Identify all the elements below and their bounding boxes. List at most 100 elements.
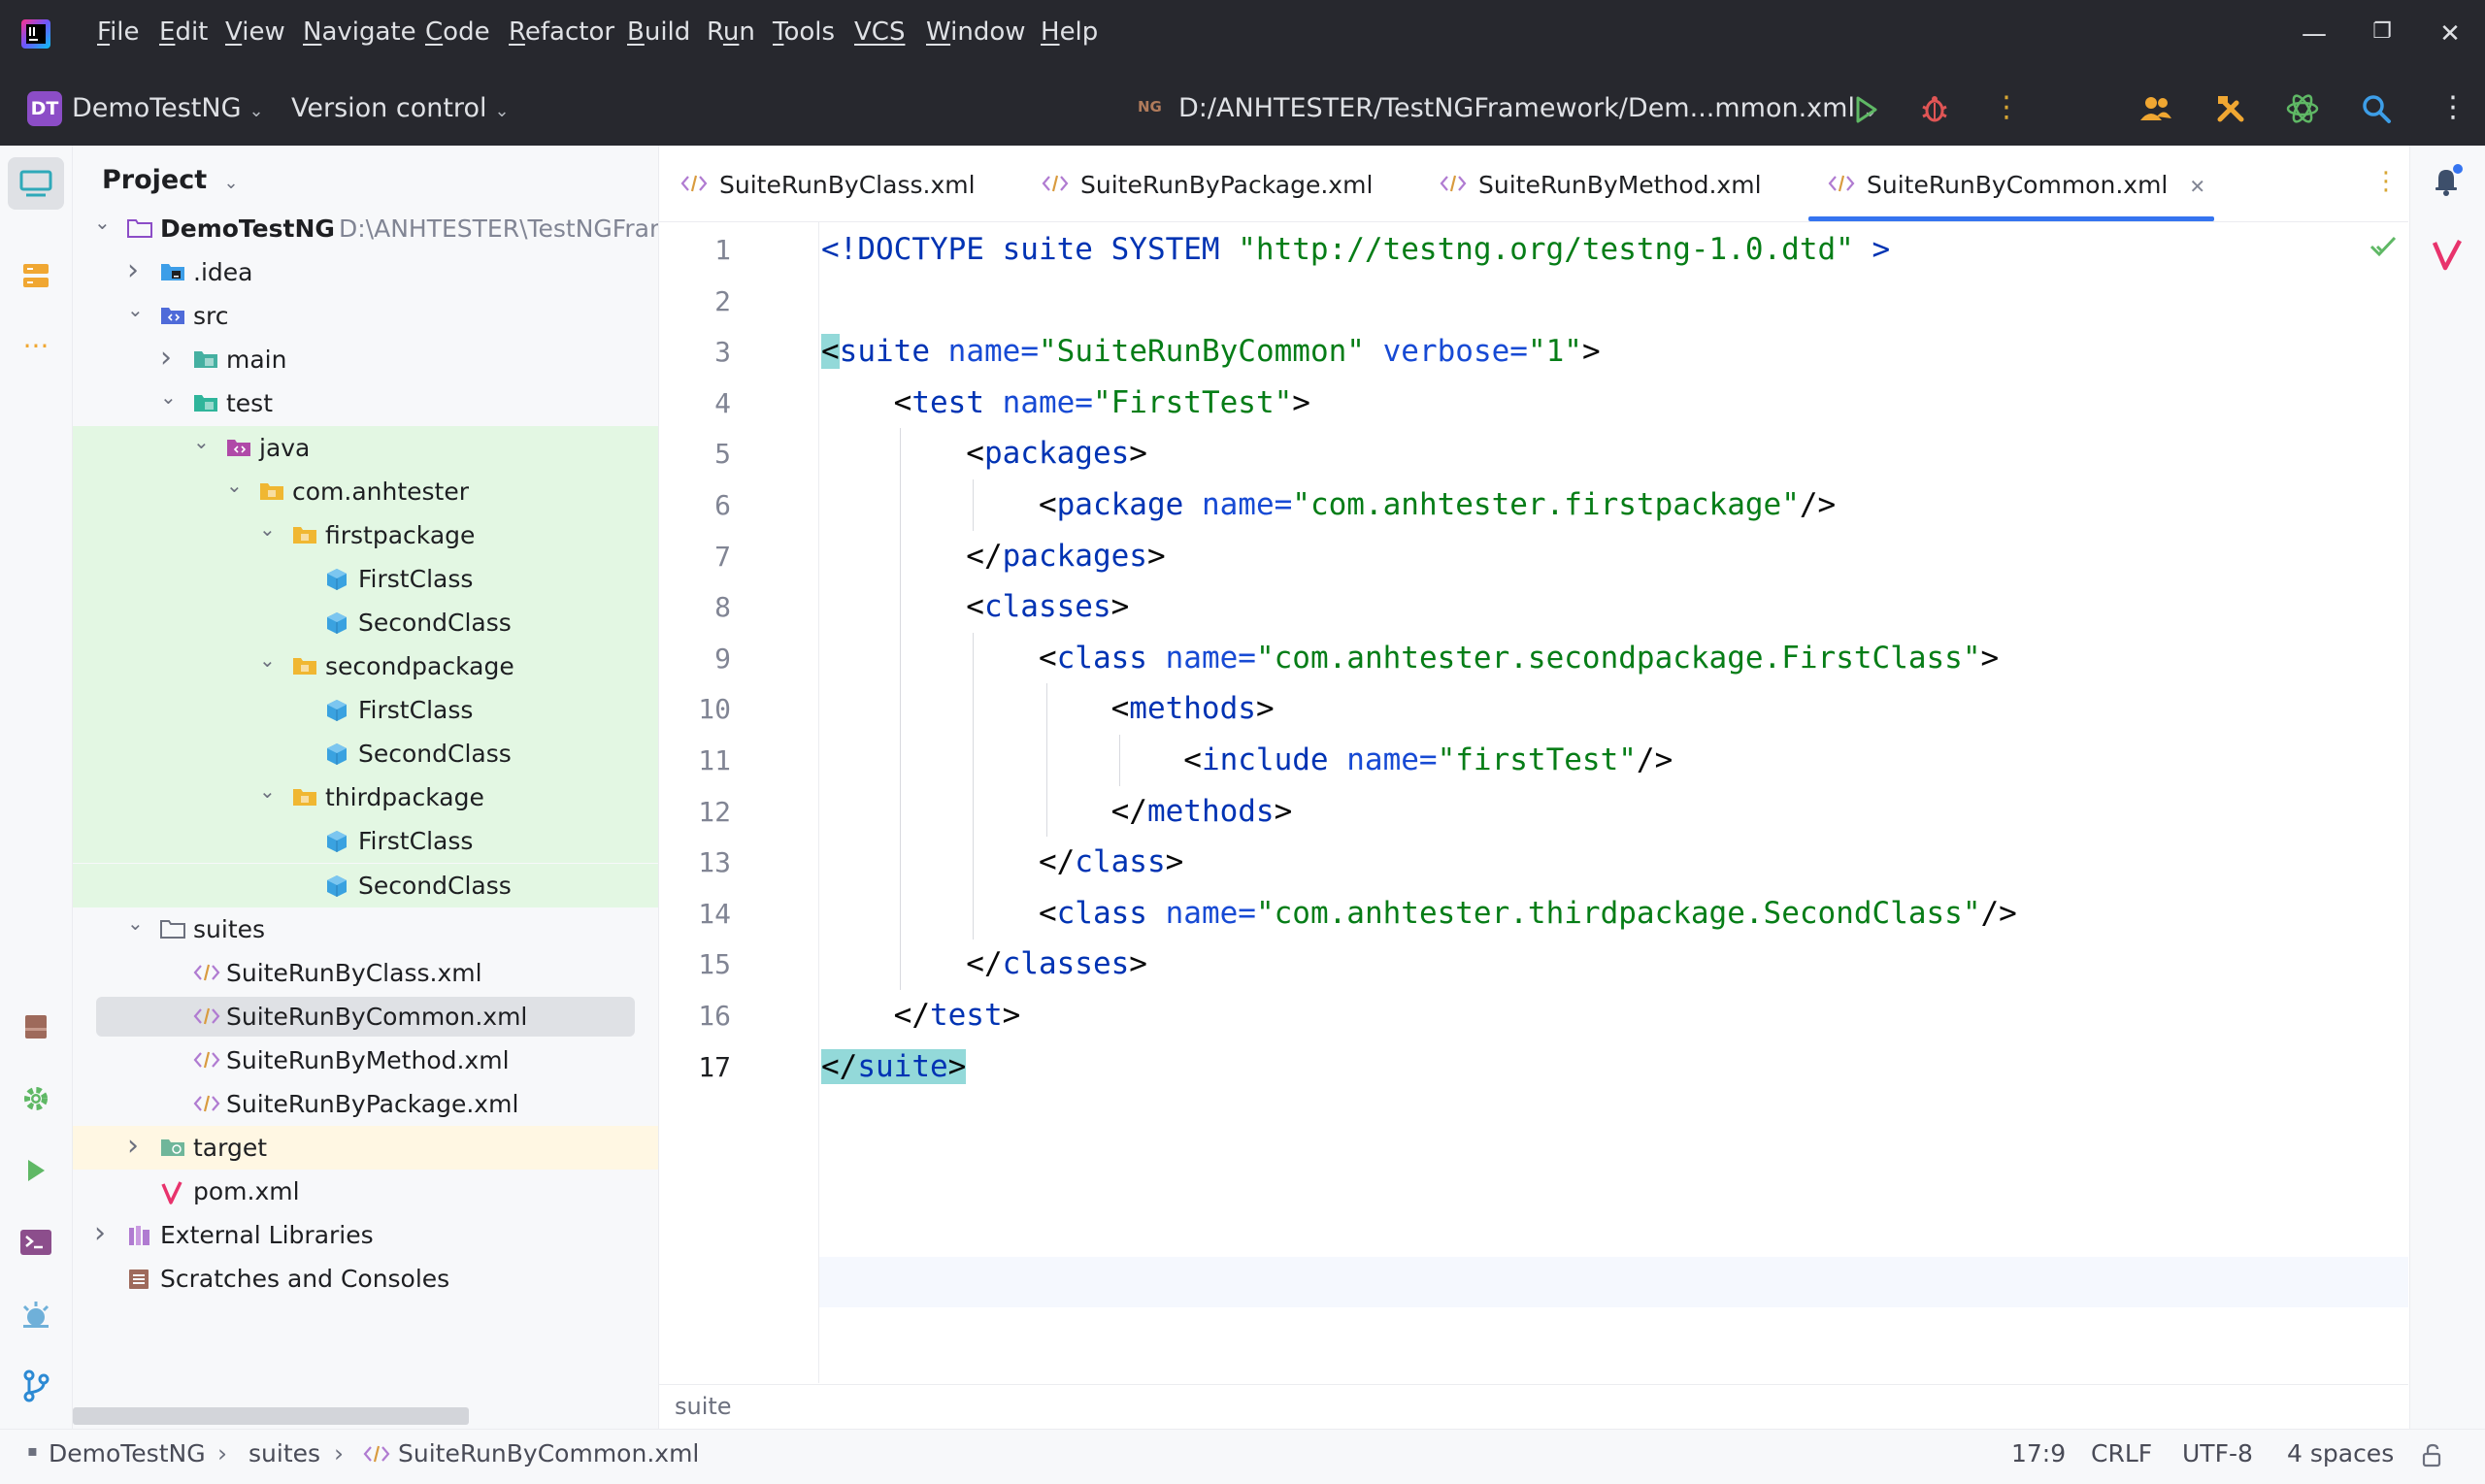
tree-item-suiterunbymethod-xml[interactable]: SuiteRunByMethod.xml [73,1039,658,1082]
project-tool-icon[interactable] [8,157,64,210]
tree-item-suiterunbypackage-xml[interactable]: SuiteRunByPackage.xml [73,1082,658,1126]
problems-tool-icon[interactable] [17,1295,55,1334]
tree-item-pom-xml[interactable]: pom.xml [73,1170,658,1213]
tree-item-secondclass[interactable]: SecondClass [73,601,658,644]
chevron-down-icon[interactable]: ⌄ [193,420,210,464]
main-menu-icon[interactable]: ⋮ [2438,93,2468,122]
project-badge[interactable]: DT [27,91,62,126]
project-selector[interactable]: DemoTestNG ⌄ [72,93,264,123]
indent-setting[interactable]: 4 spaces [2287,1439,2394,1468]
editor-breadcrumb-item[interactable]: suite [675,1393,732,1420]
menu-navigate[interactable]: Navigate [303,17,416,47]
tree-item-demotestng[interactable]: ⌄DemoTestNGD:\ANHTESTER\TestNGFramework [73,207,658,250]
tree-item-src[interactable]: ⌄ src [73,294,658,338]
git-tool-icon[interactable] [17,1367,55,1405]
menu-code[interactable]: Code [425,17,490,47]
tree-item-firstclass[interactable]: FirstClass [73,819,658,863]
menu-tools[interactable]: Tools [773,17,835,47]
menu-vcs[interactable]: VCS [854,17,905,47]
chevron-right-icon[interactable]: › [127,1124,139,1168]
tree-item--idea[interactable]: › .idea [73,250,658,294]
chevron-right-icon[interactable]: › [94,1211,106,1255]
chevron-right-icon[interactable]: › [127,248,139,292]
tree-item-scratches-and-consoles[interactable]: Scratches and Consoles [73,1257,658,1301]
menu-run[interactable]: Run [707,17,755,47]
tree-item-thirdpackage[interactable]: ⌄ thirdpackage [73,775,658,819]
tab-label: SuiteRunByCommon.xml [1867,171,2169,199]
tree-item-test[interactable]: ⌄ test [73,381,658,425]
chevron-down-icon[interactable]: ⌄ [259,639,276,682]
chevron-down-icon[interactable]: ⌄ [160,376,177,419]
caret-position[interactable]: 17:9 [2011,1439,2066,1468]
tree-item-target[interactable]: › target [73,1126,658,1170]
bookmarks-tool-icon[interactable] [17,1007,55,1046]
tree-item-firstclass[interactable]: FirstClass [73,557,658,601]
menu-view[interactable]: View [225,17,285,47]
build-tools-icon[interactable] [2215,93,2246,124]
chevron-down-icon[interactable]: ⌄ [259,770,276,813]
code-line: <methods> [821,691,1275,726]
code-line: <include name="firstTest"/> [821,742,1673,777]
chevron-down-icon[interactable]: ⌄ [127,288,144,332]
more-actions-icon[interactable]: ⋮ [1992,93,2021,122]
code-with-me-icon[interactable] [2139,93,2172,124]
minimize-button[interactable]: — [2295,19,2334,49]
tree-item-suiterunbycommon-xml[interactable]: SuiteRunByCommon.xml [73,995,658,1039]
search-icon[interactable] [2361,93,2392,124]
tab-actions-icon[interactable]: ⋮ [2373,167,2399,196]
tree-item-label: FirstClass [358,696,474,724]
tree-item-suiterunbyclass-xml[interactable]: SuiteRunByClass.xml [73,951,658,995]
services-tool-icon[interactable] [17,1079,55,1118]
close-tab-icon[interactable]: ✕ [2189,175,2205,198]
maven-tool-icon[interactable] [2432,237,2463,272]
chevron-down-icon[interactable]: ⌄ [94,201,111,245]
tree-item-firstclass[interactable]: FirstClass [73,688,658,732]
tree-item-secondpackage[interactable]: ⌄ secondpackage [73,644,658,688]
tree-item-com-anhtester[interactable]: ⌄ com.anhtester [73,470,658,513]
tab-suiterunbymethod[interactable]: SuiteRunByMethod.xml [1440,146,1762,221]
chevron-down-icon[interactable]: ⌄ [127,902,144,945]
lock-icon[interactable] [2421,1443,2444,1468]
version-control-menu[interactable]: Version control ⌄ [291,93,510,123]
no-problems-check-icon[interactable] [2369,234,2398,259]
status-path-file[interactable]: SuiteRunByCommon.xml [398,1439,699,1468]
menu-help[interactable]: Help [1041,17,1098,47]
structure-tool-icon[interactable] [17,256,55,295]
terminal-tool-icon[interactable] [17,1223,55,1262]
menu-edit[interactable]: Edit [159,17,208,47]
line-number: 2 [714,285,731,317]
tree-item-java[interactable]: ⌄ java [73,426,658,470]
tree-item-secondclass[interactable]: SecondClass [73,864,658,907]
run-icon[interactable] [1854,95,1879,124]
more-tool-windows-icon[interactable]: ··· [17,326,55,365]
chevron-down-icon[interactable]: ⌄ [226,464,243,508]
tab-suiterunbypackage[interactable]: SuiteRunByPackage.xml [1042,146,1373,221]
tree-item-firstpackage[interactable]: ⌄ firstpackage [73,513,658,557]
tree-item-secondclass[interactable]: SecondClass [73,732,658,775]
horizontal-scrollbar[interactable] [73,1407,469,1425]
close-window-button[interactable]: ✕ [2431,19,2469,49]
notifications-icon[interactable] [2430,163,2465,198]
debug-icon[interactable] [1920,93,1949,124]
status-path-folder[interactable]: suites [248,1439,320,1468]
menu-refactor[interactable]: Refactor [509,17,614,47]
menu-file[interactable]: File [97,17,140,47]
status-path-project[interactable]: DemoTestNG [49,1439,206,1468]
tree-item-external-libraries[interactable]: › External Libraries [73,1213,658,1257]
code-editor[interactable]: <!DOCTYPE suite SYSTEM "http://testng.or… [819,222,2408,1383]
menu-window[interactable]: Window [926,17,1026,47]
ai-assistant-icon[interactable] [2285,91,2320,126]
tree-item-label: SecondClass [358,872,512,900]
run-configuration-selector[interactable]: D:/ANHTESTER/TestNGFramework/Dem...mmon.… [1178,93,1877,123]
tab-suiterunbyclass[interactable]: SuiteRunByClass.xml [680,146,976,221]
chevron-right-icon[interactable]: › [160,336,172,379]
restore-button[interactable]: ❐ [2363,19,2402,44]
tab-suiterunbycommon[interactable]: SuiteRunByCommon.xml ✕ [1828,146,2205,221]
line-number: 10 [698,693,731,725]
file-encoding[interactable]: UTF-8 [2182,1439,2253,1468]
tree-item-suites[interactable]: ⌄ suites [73,907,658,951]
line-ending[interactable]: CRLF [2091,1439,2152,1468]
menu-build[interactable]: Build [627,17,690,47]
chevron-down-icon[interactable]: ⌄ [259,508,276,551]
run-tool-icon[interactable] [17,1151,55,1190]
